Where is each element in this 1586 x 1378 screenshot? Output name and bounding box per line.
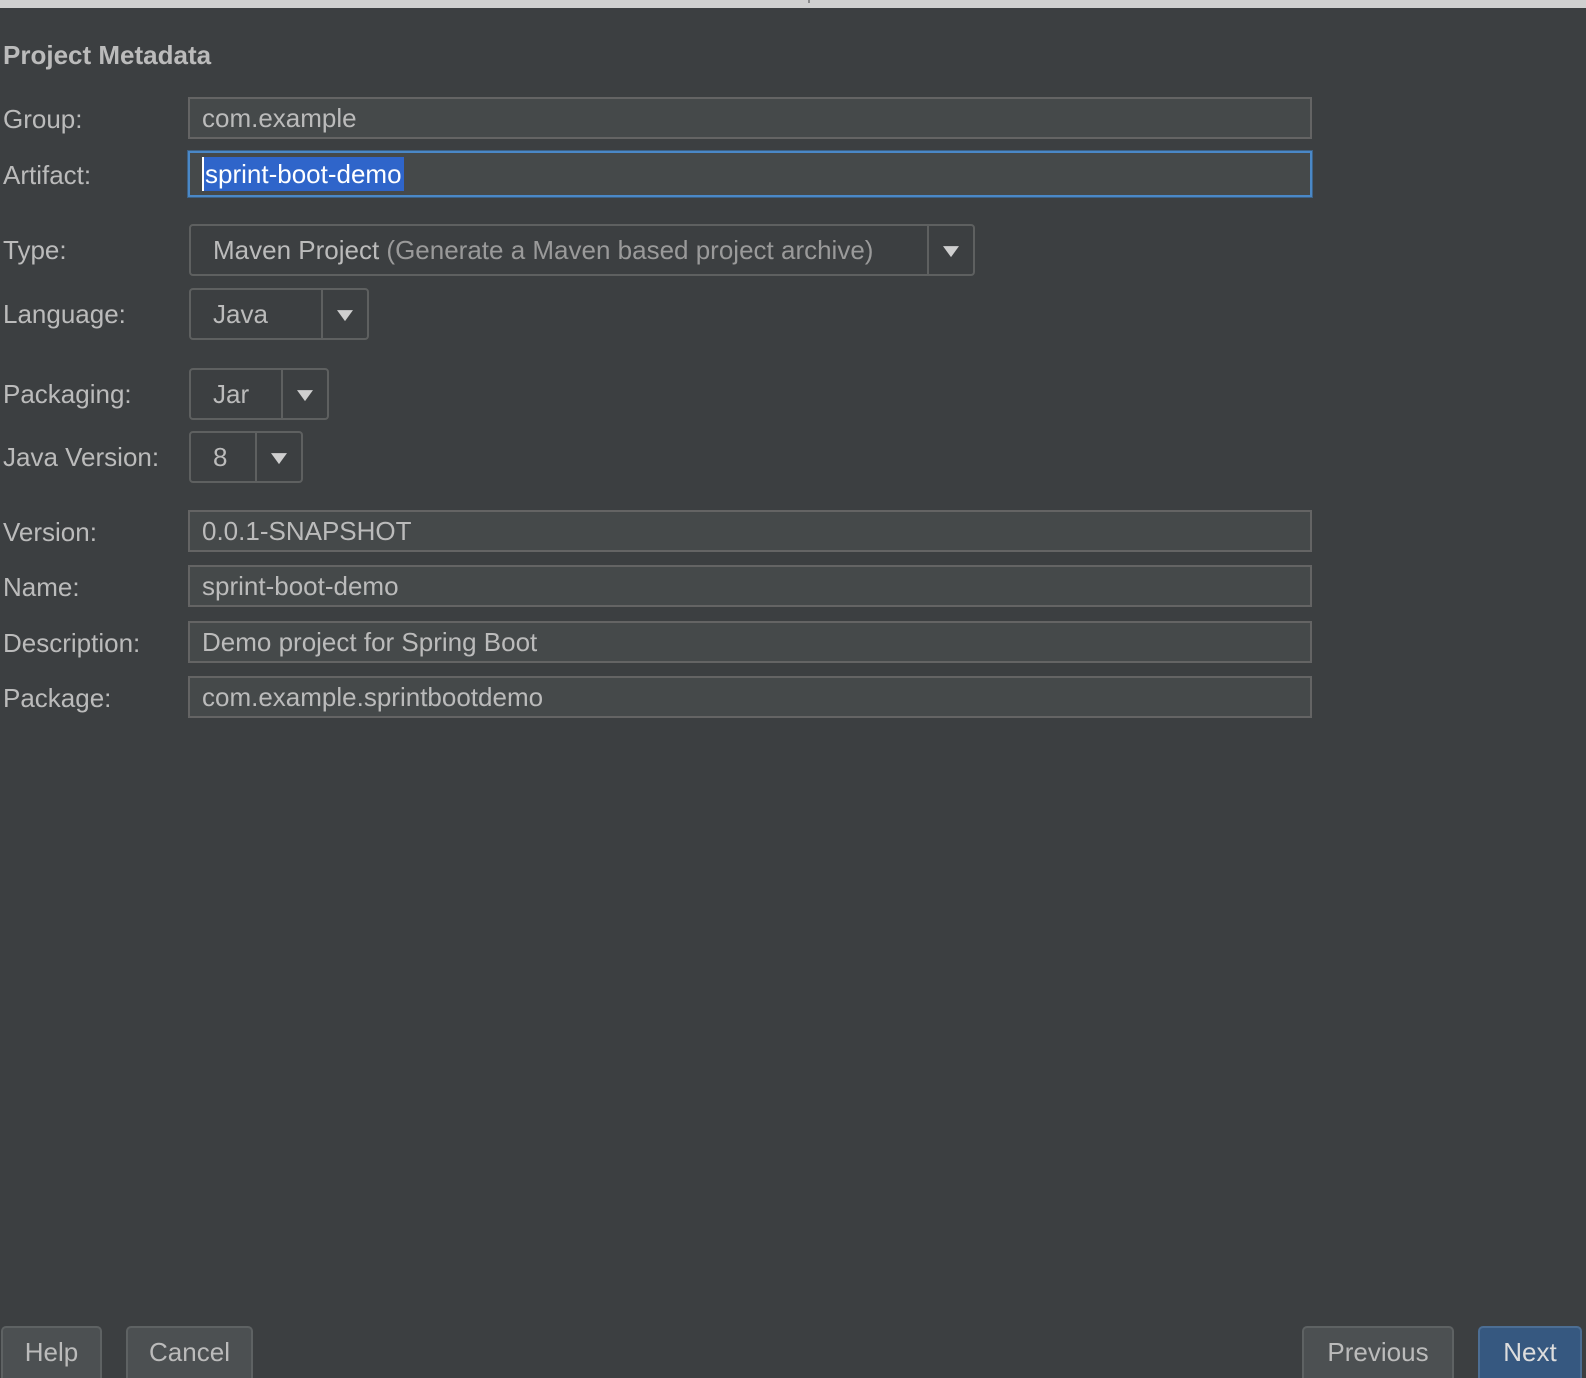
help-button[interactable]: Help: [1, 1326, 102, 1378]
packaging-combo[interactable]: Jar: [189, 368, 329, 420]
chevron-down-icon: [297, 390, 313, 402]
description-label: Description:: [3, 628, 141, 658]
language-combo-value: Java: [213, 299, 268, 329]
chevron-down-icon: [943, 246, 959, 258]
language-label: Language:: [3, 299, 126, 329]
previous-button[interactable]: Previous: [1302, 1326, 1454, 1378]
packaging-combo-value: Jar: [213, 379, 250, 409]
packaging-label: Packaging:: [3, 379, 132, 409]
artifact-label: Artifact:: [3, 160, 92, 190]
packaging-dropdown-button[interactable]: [281, 370, 327, 418]
section-title: Project Metadata: [3, 40, 212, 70]
group-field[interactable]: com.example: [188, 97, 1312, 139]
cancel-button[interactable]: Cancel: [126, 1326, 253, 1378]
type-dropdown-button[interactable]: [927, 226, 973, 274]
type-label: Type:: [3, 235, 67, 265]
name-label: Name:: [3, 572, 80, 602]
java-version-dropdown-button[interactable]: [255, 433, 301, 481]
language-dropdown-button[interactable]: [321, 290, 367, 338]
name-field[interactable]: sprint-boot-demo: [188, 565, 1312, 607]
next-button[interactable]: Next: [1478, 1326, 1582, 1378]
package-field[interactable]: com.example.sprintbootdemo: [188, 676, 1312, 718]
description-field[interactable]: Demo project for Spring Boot: [188, 621, 1312, 663]
type-combo-value: Maven Project (Generate a Maven based pr…: [213, 235, 874, 265]
group-label: Group:: [3, 104, 83, 134]
type-combo[interactable]: Maven Project (Generate a Maven based pr…: [189, 224, 975, 276]
package-label: Package:: [3, 683, 112, 713]
artifact-selected-value: sprint-boot-demo: [202, 157, 404, 191]
artifact-field[interactable]: sprint-boot-demo: [188, 151, 1312, 197]
java-version-label: Java Version:: [3, 442, 160, 472]
language-combo[interactable]: Java: [189, 288, 369, 340]
chevron-down-icon: [271, 453, 287, 465]
chevron-down-icon: [337, 310, 353, 322]
version-field[interactable]: 0.0.1-SNAPSHOT: [188, 510, 1312, 552]
version-label: Version:: [3, 517, 97, 547]
window-title-bar: [0, 0, 1586, 8]
java-version-combo[interactable]: 8: [189, 431, 303, 483]
java-version-combo-value: 8: [213, 442, 228, 472]
title-bar-mark: [808, 0, 810, 3]
